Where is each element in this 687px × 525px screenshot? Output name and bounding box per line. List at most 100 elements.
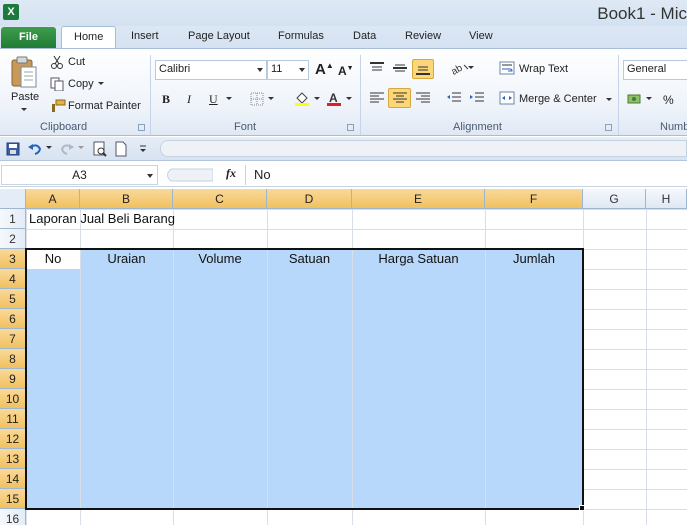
shrink-font-icon[interactable]: A▼: [338, 64, 354, 78]
excel-icon[interactable]: X: [3, 4, 19, 20]
tab-review[interactable]: Review: [405, 30, 441, 42]
name-box[interactable]: A3: [1, 165, 158, 185]
column-header-c[interactable]: C: [173, 189, 267, 209]
column-header-e[interactable]: E: [352, 189, 485, 209]
row-header-13[interactable]: 13: [0, 449, 26, 469]
tab-file[interactable]: File: [1, 27, 56, 49]
formula-input[interactable]: No: [245, 165, 687, 185]
percent-button[interactable]: %: [663, 93, 674, 107]
font-launcher-icon[interactable]: [347, 124, 354, 131]
paste-dropdown-icon[interactable]: [20, 107, 28, 113]
select-all-button[interactable]: [0, 189, 26, 209]
italic-button[interactable]: I: [187, 92, 191, 107]
merge-center-button[interactable]: Merge & Center: [519, 93, 597, 105]
merge-center-icon[interactable]: [499, 91, 515, 105]
row-header-12[interactable]: 12: [0, 429, 26, 449]
column-header-b[interactable]: B: [80, 189, 173, 209]
undo-dropdown-icon[interactable]: [46, 146, 52, 150]
copy-icon[interactable]: [50, 77, 64, 91]
underline-button[interactable]: U: [209, 92, 218, 107]
grow-font-icon[interactable]: A▲: [315, 61, 334, 78]
row-header-3[interactable]: 3: [0, 249, 26, 269]
currency-dropdown-icon[interactable]: [646, 97, 652, 101]
save-icon[interactable]: [6, 142, 20, 156]
row-header-1[interactable]: 1: [0, 209, 26, 229]
row-header-4[interactable]: 4: [0, 269, 26, 289]
column-header-f[interactable]: F: [485, 189, 583, 209]
cut-icon[interactable]: [50, 55, 64, 69]
row-header-9[interactable]: 9: [0, 369, 26, 389]
cell-c3-header[interactable]: Volume: [173, 249, 267, 269]
new-document-icon[interactable]: [114, 141, 128, 157]
cell-b3-header[interactable]: Uraian: [80, 249, 173, 269]
bold-button[interactable]: B: [162, 92, 170, 107]
clipboard-launcher-icon[interactable]: [138, 124, 145, 131]
row-header-10[interactable]: 10: [0, 389, 26, 409]
paste-icon[interactable]: [10, 55, 38, 91]
copy-button[interactable]: Copy: [68, 78, 94, 90]
fill-handle[interactable]: [579, 505, 585, 511]
format-painter-icon[interactable]: [50, 99, 66, 113]
font-size-combo[interactable]: 11: [267, 60, 309, 80]
merge-dropdown-icon[interactable]: [606, 98, 612, 102]
row-header-6[interactable]: 6: [0, 309, 26, 329]
row-header-5[interactable]: 5: [0, 289, 26, 309]
row-header-7[interactable]: 7: [0, 329, 26, 349]
paste-button[interactable]: Paste: [11, 91, 39, 103]
undo-icon[interactable]: [27, 142, 43, 156]
cell-d3-header[interactable]: Satuan: [267, 249, 352, 269]
tab-data[interactable]: Data: [353, 30, 376, 42]
copy-dropdown-icon[interactable]: [98, 82, 104, 86]
row-header-14[interactable]: 14: [0, 469, 26, 489]
column-header-h[interactable]: H: [646, 189, 687, 209]
fill-color-dropdown-icon[interactable]: [314, 97, 320, 101]
tab-home[interactable]: Home: [61, 26, 117, 49]
formula-bar-resize-handle[interactable]: [163, 168, 213, 182]
alignment-launcher-icon[interactable]: [605, 124, 612, 131]
format-painter-button[interactable]: Format Painter: [68, 100, 141, 112]
align-top-icon[interactable]: [369, 62, 385, 74]
cell-a3-header[interactable]: No: [26, 249, 80, 269]
insert-function-icon[interactable]: fx: [226, 166, 236, 181]
tab-view[interactable]: View: [469, 30, 493, 42]
cell-a1[interactable]: Laporan Jual Beli Barang: [29, 209, 175, 229]
underline-dropdown-icon[interactable]: [226, 97, 232, 101]
font-color-icon[interactable]: A: [326, 91, 342, 107]
svg-text:ab: ab: [450, 62, 465, 75]
qat-spacer: [160, 140, 687, 157]
font-name-combo[interactable]: Calibri: [155, 60, 267, 80]
number-format-combo[interactable]: General: [623, 60, 687, 80]
row-header-15[interactable]: 15: [0, 489, 26, 509]
row-header-11[interactable]: 11: [0, 409, 26, 429]
font-color-dropdown-icon[interactable]: [346, 97, 352, 101]
row-header-16[interactable]: 16: [0, 509, 26, 525]
redo-icon[interactable]: [59, 142, 75, 156]
row-header-8[interactable]: 8: [0, 349, 26, 369]
tab-formulas[interactable]: Formulas: [278, 30, 324, 42]
column-header-a[interactable]: A: [26, 189, 80, 209]
tab-page-layout[interactable]: Page Layout: [188, 30, 250, 42]
align-middle-icon[interactable]: [392, 62, 408, 74]
borders-dropdown-icon[interactable]: [268, 97, 274, 101]
orientation-icon[interactable]: ab: [450, 61, 470, 75]
wrap-text-icon[interactable]: [499, 61, 515, 75]
print-preview-icon[interactable]: [92, 141, 108, 157]
tab-insert[interactable]: Insert: [131, 30, 159, 42]
row-header-2[interactable]: 2: [0, 229, 26, 249]
align-left-icon[interactable]: [369, 92, 385, 104]
orientation-dropdown-icon[interactable]: [468, 66, 474, 70]
cut-button[interactable]: Cut: [68, 56, 85, 68]
cell-f3-header[interactable]: Jumlah: [485, 249, 583, 269]
wrap-text-button[interactable]: Wrap Text: [519, 63, 568, 75]
currency-icon[interactable]: [627, 92, 643, 106]
worksheet-grid[interactable]: A B C D E F G H 1 2 3 4 5 6 7 8 9 10 11 …: [0, 189, 687, 525]
cell-e3-header[interactable]: Harga Satuan: [352, 249, 485, 269]
fill-color-icon[interactable]: [294, 91, 310, 107]
customize-qat-icon[interactable]: [138, 144, 148, 154]
increase-indent-icon[interactable]: [469, 92, 485, 104]
borders-icon[interactable]: [250, 92, 264, 106]
column-header-d[interactable]: D: [267, 189, 352, 209]
decrease-indent-icon[interactable]: [446, 92, 462, 104]
align-right-icon[interactable]: [415, 92, 431, 104]
column-header-g[interactable]: G: [583, 189, 646, 209]
